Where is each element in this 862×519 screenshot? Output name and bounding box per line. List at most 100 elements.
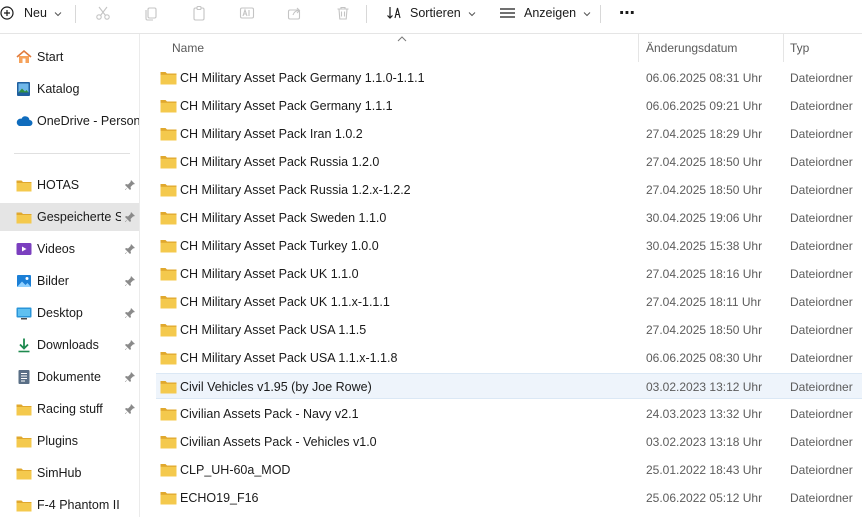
sidebar-item-racing-stuff[interactable]: Racing stuff <box>0 395 139 423</box>
table-row[interactable]: CLP_UH-60a_MOD 25.01.2022 18:43 Uhr Dateio… <box>156 457 862 483</box>
sidebar-item-downloads[interactable]: Downloads <box>0 331 139 359</box>
sidebar-item-label: Desktop <box>37 306 83 320</box>
file-type: Dateiordner <box>790 183 853 197</box>
table-row[interactable]: CH Military Asset Pack Turkey 1.0.0 30.04… <box>156 233 862 259</box>
rename-button[interactable] <box>239 0 255 26</box>
table-row[interactable]: CH Military Asset Pack USA 1.1.5 27.04.20… <box>156 317 862 343</box>
file-name: CH Military Asset Pack UK 1.1.0 <box>180 267 359 281</box>
copy-button[interactable] <box>143 0 159 26</box>
modified-date: 27.04.2025 18:50 Uhr <box>646 183 763 197</box>
table-row[interactable]: CH Military Asset Pack Russia 1.2.x-1.2.… <box>156 177 862 203</box>
sidebar-item-label: OneDrive - Persona <box>37 114 139 128</box>
scissors-icon <box>95 5 111 21</box>
folder-icon <box>15 401 33 417</box>
table-row[interactable]: CH Military Asset Pack USA 1.1.x-1.1.8 06… <box>156 345 862 371</box>
new-button[interactable]: Neu <box>0 0 62 26</box>
share-button[interactable] <box>287 0 303 26</box>
sidebar-item-label: Dokumente <box>37 370 101 384</box>
sidebar-item-onedrive[interactable]: OneDrive - Persona <box>0 107 139 135</box>
file-type: Dateiordner <box>790 99 853 113</box>
file-name: CH Military Asset Pack UK 1.1.x-1.1.1 <box>180 295 390 309</box>
sidebar-item-bilder[interactable]: Bilder <box>0 267 139 295</box>
more-options-button[interactable]: ⋯ <box>619 0 636 26</box>
sidebar-item-simhub[interactable]: SimHub <box>0 459 139 487</box>
folder-icon <box>160 491 177 505</box>
download-icon <box>15 337 33 353</box>
pin-icon[interactable] <box>124 371 136 383</box>
pin-icon[interactable] <box>124 211 136 223</box>
cut-button[interactable] <box>95 0 111 26</box>
sidebar-item-start[interactable]: Start <box>0 43 139 71</box>
folder-icon <box>160 435 177 449</box>
table-row[interactable]: Civil Vehicles v1.95 (by Joe Rowe) 03.02.… <box>156 373 862 399</box>
folder-icon <box>160 380 177 394</box>
sort-label: Sortieren <box>410 6 461 20</box>
folder-icon <box>15 497 33 513</box>
paste-button[interactable] <box>191 0 207 26</box>
file-type: Dateiordner <box>790 491 853 505</box>
folder-icon <box>160 155 177 169</box>
modified-date: 06.06.2025 08:30 Uhr <box>646 351 763 365</box>
table-row[interactable]: CH Military Asset Pack Germany 1.1.0-1.1… <box>156 65 862 91</box>
pin-icon[interactable] <box>124 179 136 191</box>
file-name: CH Military Asset Pack USA 1.1.x-1.1.8 <box>180 351 398 365</box>
table-row[interactable]: ECHO19_F16 25.06.2022 05:12 Uhr Dateiordne… <box>156 485 862 511</box>
home-icon <box>15 49 33 65</box>
table-row[interactable]: CH Military Asset Pack UK 1.1.0 27.04.202… <box>156 261 862 287</box>
file-name: CH Military Asset Pack Turkey 1.0.0 <box>180 239 379 253</box>
column-divider[interactable] <box>638 34 639 62</box>
column-header-name[interactable]: Name <box>172 34 204 62</box>
table-row[interactable]: CH Military Asset Pack Iran 1.0.2 27.04.2… <box>156 121 862 147</box>
chevron-down-icon <box>583 6 591 20</box>
pin-icon[interactable] <box>124 275 136 287</box>
delete-button[interactable] <box>335 0 351 26</box>
pin-icon[interactable] <box>124 307 136 319</box>
more-dots-icon: ⋯ <box>619 5 636 22</box>
column-header-label: Typ <box>790 41 810 55</box>
sort-button[interactable]: Sortieren <box>386 0 476 26</box>
table-row[interactable]: Civilian Assets Pack - Navy v2.1 24.03.20… <box>156 401 862 427</box>
navigation-pane: Start Katalog OneDrive - Persona HOTAS G… <box>0 34 140 517</box>
pin-icon[interactable] <box>124 339 136 351</box>
sidebar-item-label: Downloads <box>37 338 99 352</box>
file-type: Dateiordner <box>790 380 853 394</box>
file-list: Name Änderungsdatum Typ CH Military Asse… <box>141 34 862 517</box>
sidebar-item-label: Plugins <box>37 434 78 448</box>
column-header-date[interactable]: Änderungsdatum <box>646 34 737 62</box>
column-header-label: Name <box>172 41 205 55</box>
table-row[interactable]: CH Military Asset Pack Germany 1.1.1 06.0… <box>156 93 862 119</box>
folder-icon <box>160 99 177 113</box>
sidebar-item-katalog[interactable]: Katalog <box>0 75 139 103</box>
sidebar-item-label: Katalog <box>37 82 80 96</box>
folder-icon <box>15 433 33 449</box>
pictures-icon <box>15 273 33 289</box>
videos-icon <box>15 241 33 257</box>
sort-ascending-icon <box>397 32 407 46</box>
sidebar-item-videos[interactable]: Videos <box>0 235 139 263</box>
column-header-type[interactable]: Typ <box>790 34 809 62</box>
sidebar-item-f4-phantom[interactable]: F-4 Phantom II <box>0 491 139 519</box>
sidebar-item-plugins[interactable]: Plugins <box>0 427 139 455</box>
chevron-down-icon <box>54 6 62 20</box>
table-row[interactable]: CH Military Asset Pack Russia 1.2.0 27.04… <box>156 149 862 175</box>
file-type: Dateiordner <box>790 71 853 85</box>
table-row[interactable]: Civilian Assets Pack - Vehicles v1.0 03.0… <box>156 429 862 455</box>
view-button[interactable]: Anzeigen <box>499 0 591 26</box>
view-label: Anzeigen <box>524 6 577 20</box>
desktop-icon <box>15 305 33 321</box>
sidebar-item-label: Racing stuff <box>37 402 103 416</box>
pin-icon[interactable] <box>124 243 136 255</box>
sidebar-item-hotas[interactable]: HOTAS <box>0 171 139 199</box>
clipboard-icon <box>191 5 207 21</box>
table-row[interactable]: CH Military Asset Pack UK 1.1.x-1.1.1 27.… <box>156 289 862 315</box>
column-divider[interactable] <box>783 34 784 62</box>
file-name: CH Military Asset Pack Germany 1.1.1 <box>180 99 393 113</box>
file-type: Dateiordner <box>790 267 853 281</box>
sidebar-item-gespeicherte-spiele[interactable]: Gespeicherte Sp <box>0 203 139 231</box>
pin-icon[interactable] <box>124 403 136 415</box>
modified-date: 03.02.2023 13:12 Uhr <box>646 380 763 394</box>
chevron-down-icon <box>468 6 476 20</box>
sidebar-item-desktop[interactable]: Desktop <box>0 299 139 327</box>
table-row[interactable]: CH Military Asset Pack Sweden 1.1.0 30.04… <box>156 205 862 231</box>
sidebar-item-dokumente[interactable]: Dokumente <box>0 363 139 391</box>
